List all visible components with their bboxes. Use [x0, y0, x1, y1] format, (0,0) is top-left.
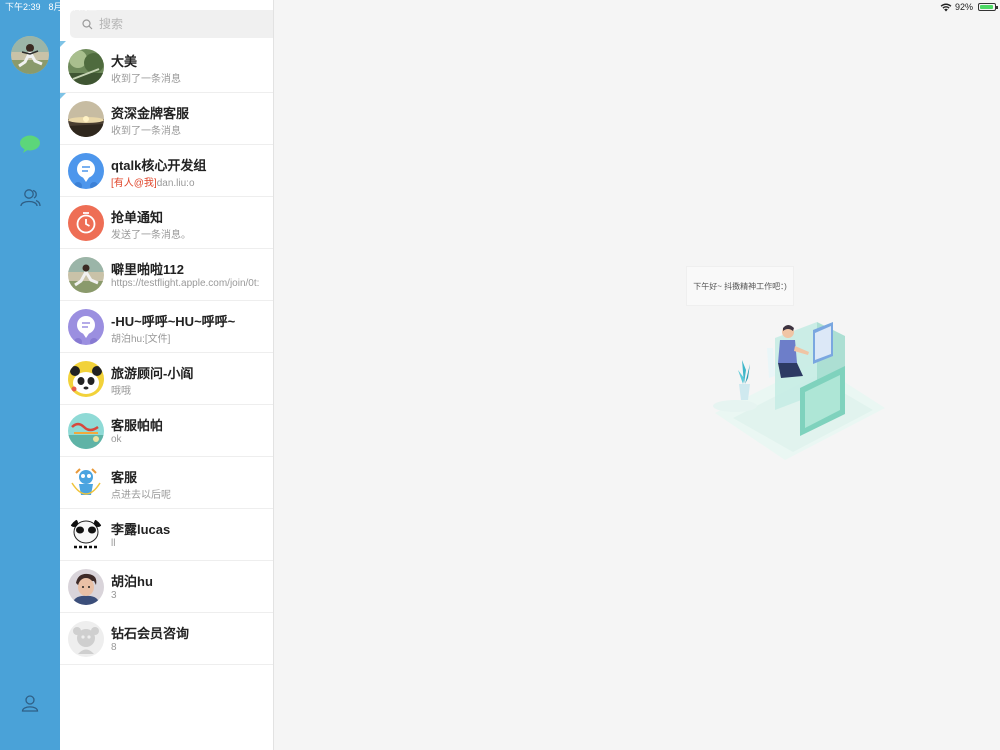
- conversation-list: 大美 收到了一条消息 资深金牌客服 收到了一条消息 qtalk核心开发组 [有人…: [60, 41, 273, 665]
- search-bar[interactable]: [70, 10, 273, 38]
- conversation-preview: 点进去以后呢: [111, 490, 171, 501]
- conversation-name: 大美: [111, 54, 138, 69]
- battery-icon: [978, 3, 998, 11]
- list-item[interactable]: 噼里啪啦112 https://testflight.apple.com/joi…: [60, 249, 273, 301]
- main-area: 下午好~ 抖擞精神工作吧：): [275, 0, 1000, 750]
- search-input[interactable]: [99, 17, 259, 31]
- conversation-preview: 收到了一条消息: [111, 126, 181, 137]
- list-item[interactable]: 抢单通知 发送了一条消息。: [60, 197, 273, 249]
- avatar: [68, 101, 104, 137]
- greeting-bubble: 下午好~ 抖擞精神工作吧：): [686, 266, 794, 306]
- conversation-name: 客服帕帕: [111, 418, 164, 433]
- person-icon: [21, 695, 39, 712]
- avatar: [68, 569, 104, 605]
- contacts-icon: [20, 189, 41, 207]
- conversation-preview: 3: [111, 590, 117, 601]
- conversation-preview: ll: [111, 538, 116, 549]
- conversation-name: qtalk核心开发组: [111, 158, 207, 173]
- nav-profile[interactable]: [17, 690, 43, 716]
- nav-contacts[interactable]: [17, 184, 43, 210]
- list-item[interactable]: 大美 收到了一条消息: [60, 41, 273, 93]
- workspace-illustration: [713, 322, 885, 460]
- conversation-name: 噼里啪啦112: [111, 262, 184, 277]
- conversation-name: 资深金牌客服: [111, 106, 190, 121]
- group-avatar: [68, 153, 104, 189]
- list-item[interactable]: 客服 点进去以后呢: [60, 457, 273, 509]
- conversation-preview: [有人@我]dan.liu:o: [111, 178, 195, 189]
- avatar: [68, 205, 104, 241]
- conversation-name: -HU~呼呼~HU~呼呼~: [111, 314, 236, 329]
- sidebar: [0, 0, 60, 750]
- conversation-preview: 哦哦: [111, 386, 131, 397]
- chat-bubble-icon: [20, 135, 40, 153]
- conversation-pane: 大美 收到了一条消息 资深金牌客服 收到了一条消息 qtalk核心开发组 [有人…: [60, 0, 274, 750]
- list-item[interactable]: 旅游顾问-小阎 哦哦: [60, 353, 273, 405]
- wifi-icon: [940, 3, 952, 11]
- my-avatar[interactable]: [11, 36, 49, 74]
- status-left: 下午2:39 8月7日 周三: [5, 0, 105, 14]
- list-item[interactable]: 李露lucas ll: [60, 509, 273, 561]
- avatar: [68, 621, 104, 657]
- conversation-name: 李露lucas: [111, 522, 171, 537]
- avatar: [68, 49, 104, 85]
- avatar: [68, 361, 104, 397]
- list-item[interactable]: -HU~呼呼~HU~呼呼~ 胡泊hu:[文件]: [60, 301, 273, 353]
- group-avatar: [68, 309, 104, 345]
- conversation-name: 抢单通知: [111, 210, 164, 225]
- conversation-preview: ok: [111, 434, 122, 445]
- list-item[interactable]: 钻石会员咨询 8: [60, 613, 273, 665]
- status-right: 92%: [940, 0, 998, 14]
- list-item[interactable]: 客服帕帕 ok: [60, 405, 273, 457]
- avatar: [68, 413, 104, 449]
- conversation-name: 旅游顾问-小阎: [111, 366, 194, 381]
- conversation-preview: 8: [111, 642, 117, 653]
- avatar: [68, 257, 104, 293]
- conversation-preview: 收到了一条消息: [111, 74, 181, 85]
- conversation-name: 钻石会员咨询: [111, 626, 190, 641]
- nav-chat[interactable]: [17, 131, 43, 157]
- search-icon: [82, 18, 93, 29]
- avatar: [68, 517, 104, 553]
- status-date: 8月7日 周三: [48, 2, 98, 12]
- conversation-preview: https://testflight.apple.com/join/0t:: [111, 278, 260, 289]
- battery-percent: 92%: [954, 2, 973, 12]
- list-item[interactable]: 资深金牌客服 收到了一条消息: [60, 93, 273, 145]
- list-item[interactable]: 胡泊hu 3: [60, 561, 273, 613]
- status-time: 下午2:39: [5, 2, 41, 12]
- avatar: [68, 465, 104, 501]
- list-item[interactable]: qtalk核心开发组 [有人@我]dan.liu:o: [60, 145, 273, 197]
- status-bar: 下午2:39 8月7日 周三 92%: [0, 0, 1000, 14]
- conversation-name: 客服: [111, 470, 138, 485]
- conversation-preview: 胡泊hu:[文件]: [111, 334, 171, 345]
- conversation-name: 胡泊hu: [111, 574, 153, 589]
- mention-tag: [有人@我]: [111, 178, 157, 189]
- conversation-preview: 发送了一条消息。: [111, 230, 191, 241]
